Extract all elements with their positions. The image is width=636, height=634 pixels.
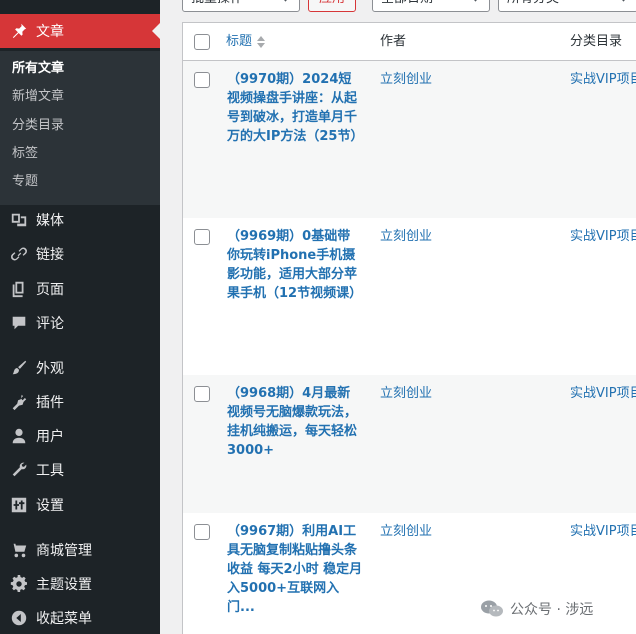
- post-category-link[interactable]: 实战VIP项目: [570, 522, 636, 541]
- plugin-icon: [0, 393, 36, 411]
- table-row: （9969期）0基础带你玩转iPhone手机摄影功能，适用大部分苹果手机（12节…: [183, 218, 636, 375]
- menu-settings-label: 设置: [36, 498, 64, 514]
- menu-appearance-label: 外观: [36, 361, 64, 377]
- table-row: （9970期）2024短视频操盘手讲座：从起号到破冰，打造单月千万的大IP方法（…: [183, 61, 636, 218]
- post-title-link[interactable]: （9969期）0基础带你玩转iPhone手机摄影功能，适用大部分苹果手机（12节…: [227, 227, 363, 303]
- post-title-link[interactable]: （9967期）利用AI工具无脑复制粘贴撸头条收益 每天2小时 稳定月入5000+…: [227, 522, 363, 617]
- column-title[interactable]: 标题: [226, 23, 266, 61]
- menu-pages[interactable]: 页面: [0, 272, 160, 306]
- submenu-topics[interactable]: 专题: [12, 172, 38, 192]
- watermark-text: 公众号 · 涉远: [510, 602, 594, 618]
- post-title-link[interactable]: （9970期）2024短视频操盘手讲座：从起号到破冰，打造单月千万的大IP方法（…: [227, 70, 363, 146]
- sort-icon: [256, 35, 266, 49]
- category-filter-select[interactable]: 所有分类: [498, 0, 636, 12]
- post-author-link[interactable]: 立刻创业: [380, 70, 432, 89]
- admin-sidebar: 文章 所有文章 新增文章 分类目录 标签 专题 媒体 链接 页面 评论 外观 插…: [0, 0, 160, 634]
- menu-users-label: 用户: [36, 429, 64, 445]
- wrench-icon: [0, 461, 36, 479]
- menu-links-label: 链接: [36, 247, 64, 263]
- row-checkbox[interactable]: [194, 229, 210, 245]
- submenu-all-posts[interactable]: 所有文章: [12, 59, 64, 79]
- link-icon: [0, 245, 36, 263]
- post-category-link[interactable]: 实战VIP项目: [570, 227, 636, 246]
- menu-media[interactable]: 媒体: [0, 203, 160, 237]
- active-arrow: [152, 23, 160, 39]
- menu-pages-label: 页面: [36, 282, 64, 298]
- menu-posts-label: 文章: [36, 24, 64, 40]
- paintbrush-icon: [0, 359, 36, 377]
- date-filter-select[interactable]: 全部日期: [372, 0, 490, 12]
- menu-comments[interactable]: 评论: [0, 306, 160, 340]
- column-title-label: 标题: [226, 34, 253, 49]
- collapse-arrow-icon: [0, 609, 36, 627]
- post-author-link[interactable]: 立刻创业: [380, 227, 432, 246]
- row-checkbox[interactable]: [194, 72, 210, 88]
- menu-links[interactable]: 链接: [0, 237, 160, 271]
- row-checkbox[interactable]: [194, 524, 210, 540]
- post-author-link[interactable]: 立刻创业: [380, 384, 432, 403]
- table-header: 标题 作者 分类目录: [183, 23, 636, 61]
- gear-icon: [0, 575, 36, 593]
- post-author-link[interactable]: 立刻创业: [380, 522, 432, 541]
- bulk-actions-select[interactable]: 批量操作: [182, 0, 300, 12]
- posts-table: 标题 作者 分类目录 （9970期）2024短视频操盘手讲座：从起号到破冰，打造…: [182, 22, 636, 634]
- post-title-link[interactable]: （9968期）4月最新视频号无脑爆款玩法，挂机纯搬运，每天轻松3000+: [227, 384, 363, 460]
- wechat-watermark: 公众号 · 涉远: [480, 597, 593, 621]
- menu-plugins[interactable]: 插件: [0, 385, 160, 419]
- user-icon: [0, 427, 36, 445]
- menu-comments-label: 评论: [36, 316, 64, 332]
- menu-shop[interactable]: 商城管理: [0, 533, 160, 567]
- post-category-link[interactable]: 实战VIP项目: [570, 70, 636, 89]
- select-all-checkbox[interactable]: [194, 34, 210, 50]
- cart-icon: [0, 541, 36, 559]
- apply-button[interactable]: 应用: [308, 0, 357, 12]
- menu-users[interactable]: 用户: [0, 419, 160, 453]
- menu-appearance[interactable]: 外观: [0, 351, 160, 385]
- pages-icon: [0, 280, 36, 298]
- settings-sliders-icon: [0, 496, 36, 514]
- comment-icon: [0, 314, 36, 332]
- menu-plugins-label: 插件: [36, 395, 64, 411]
- menu-tools[interactable]: 工具: [0, 453, 160, 487]
- menu-collapse[interactable]: 收起菜单: [0, 601, 160, 634]
- media-icon: [0, 211, 36, 229]
- menu-posts[interactable]: 文章: [0, 14, 160, 48]
- post-category-link[interactable]: 实战VIP项目: [570, 384, 636, 403]
- row-checkbox[interactable]: [194, 386, 210, 402]
- wechat-icon: [481, 600, 503, 617]
- column-category: 分类目录: [570, 34, 623, 49]
- pushpin-icon: [0, 22, 36, 40]
- posts-submenu: 所有文章 新增文章 分类目录 标签 专题: [0, 51, 160, 205]
- submenu-tags[interactable]: 标签: [12, 144, 38, 164]
- menu-shop-label: 商城管理: [36, 543, 92, 559]
- menu-theme-settings-label: 主题设置: [36, 577, 92, 593]
- menu-tools-label: 工具: [36, 463, 64, 479]
- main-content: 批量操作 应用 全部日期 所有分类 标题 作者 分类目录 （9970期）2024…: [160, 0, 636, 634]
- menu-settings[interactable]: 设置: [0, 488, 160, 522]
- column-author: 作者: [380, 34, 407, 49]
- table-row: （9968期）4月最新视频号无脑爆款玩法，挂机纯搬运，每天轻松3000+ 立刻创…: [183, 375, 636, 513]
- menu-media-label: 媒体: [36, 213, 64, 229]
- menu-collapse-label: 收起菜单: [36, 611, 92, 627]
- submenu-categories[interactable]: 分类目录: [12, 116, 64, 136]
- menu-theme-settings[interactable]: 主题设置: [0, 567, 160, 601]
- submenu-add-post[interactable]: 新增文章: [12, 87, 64, 107]
